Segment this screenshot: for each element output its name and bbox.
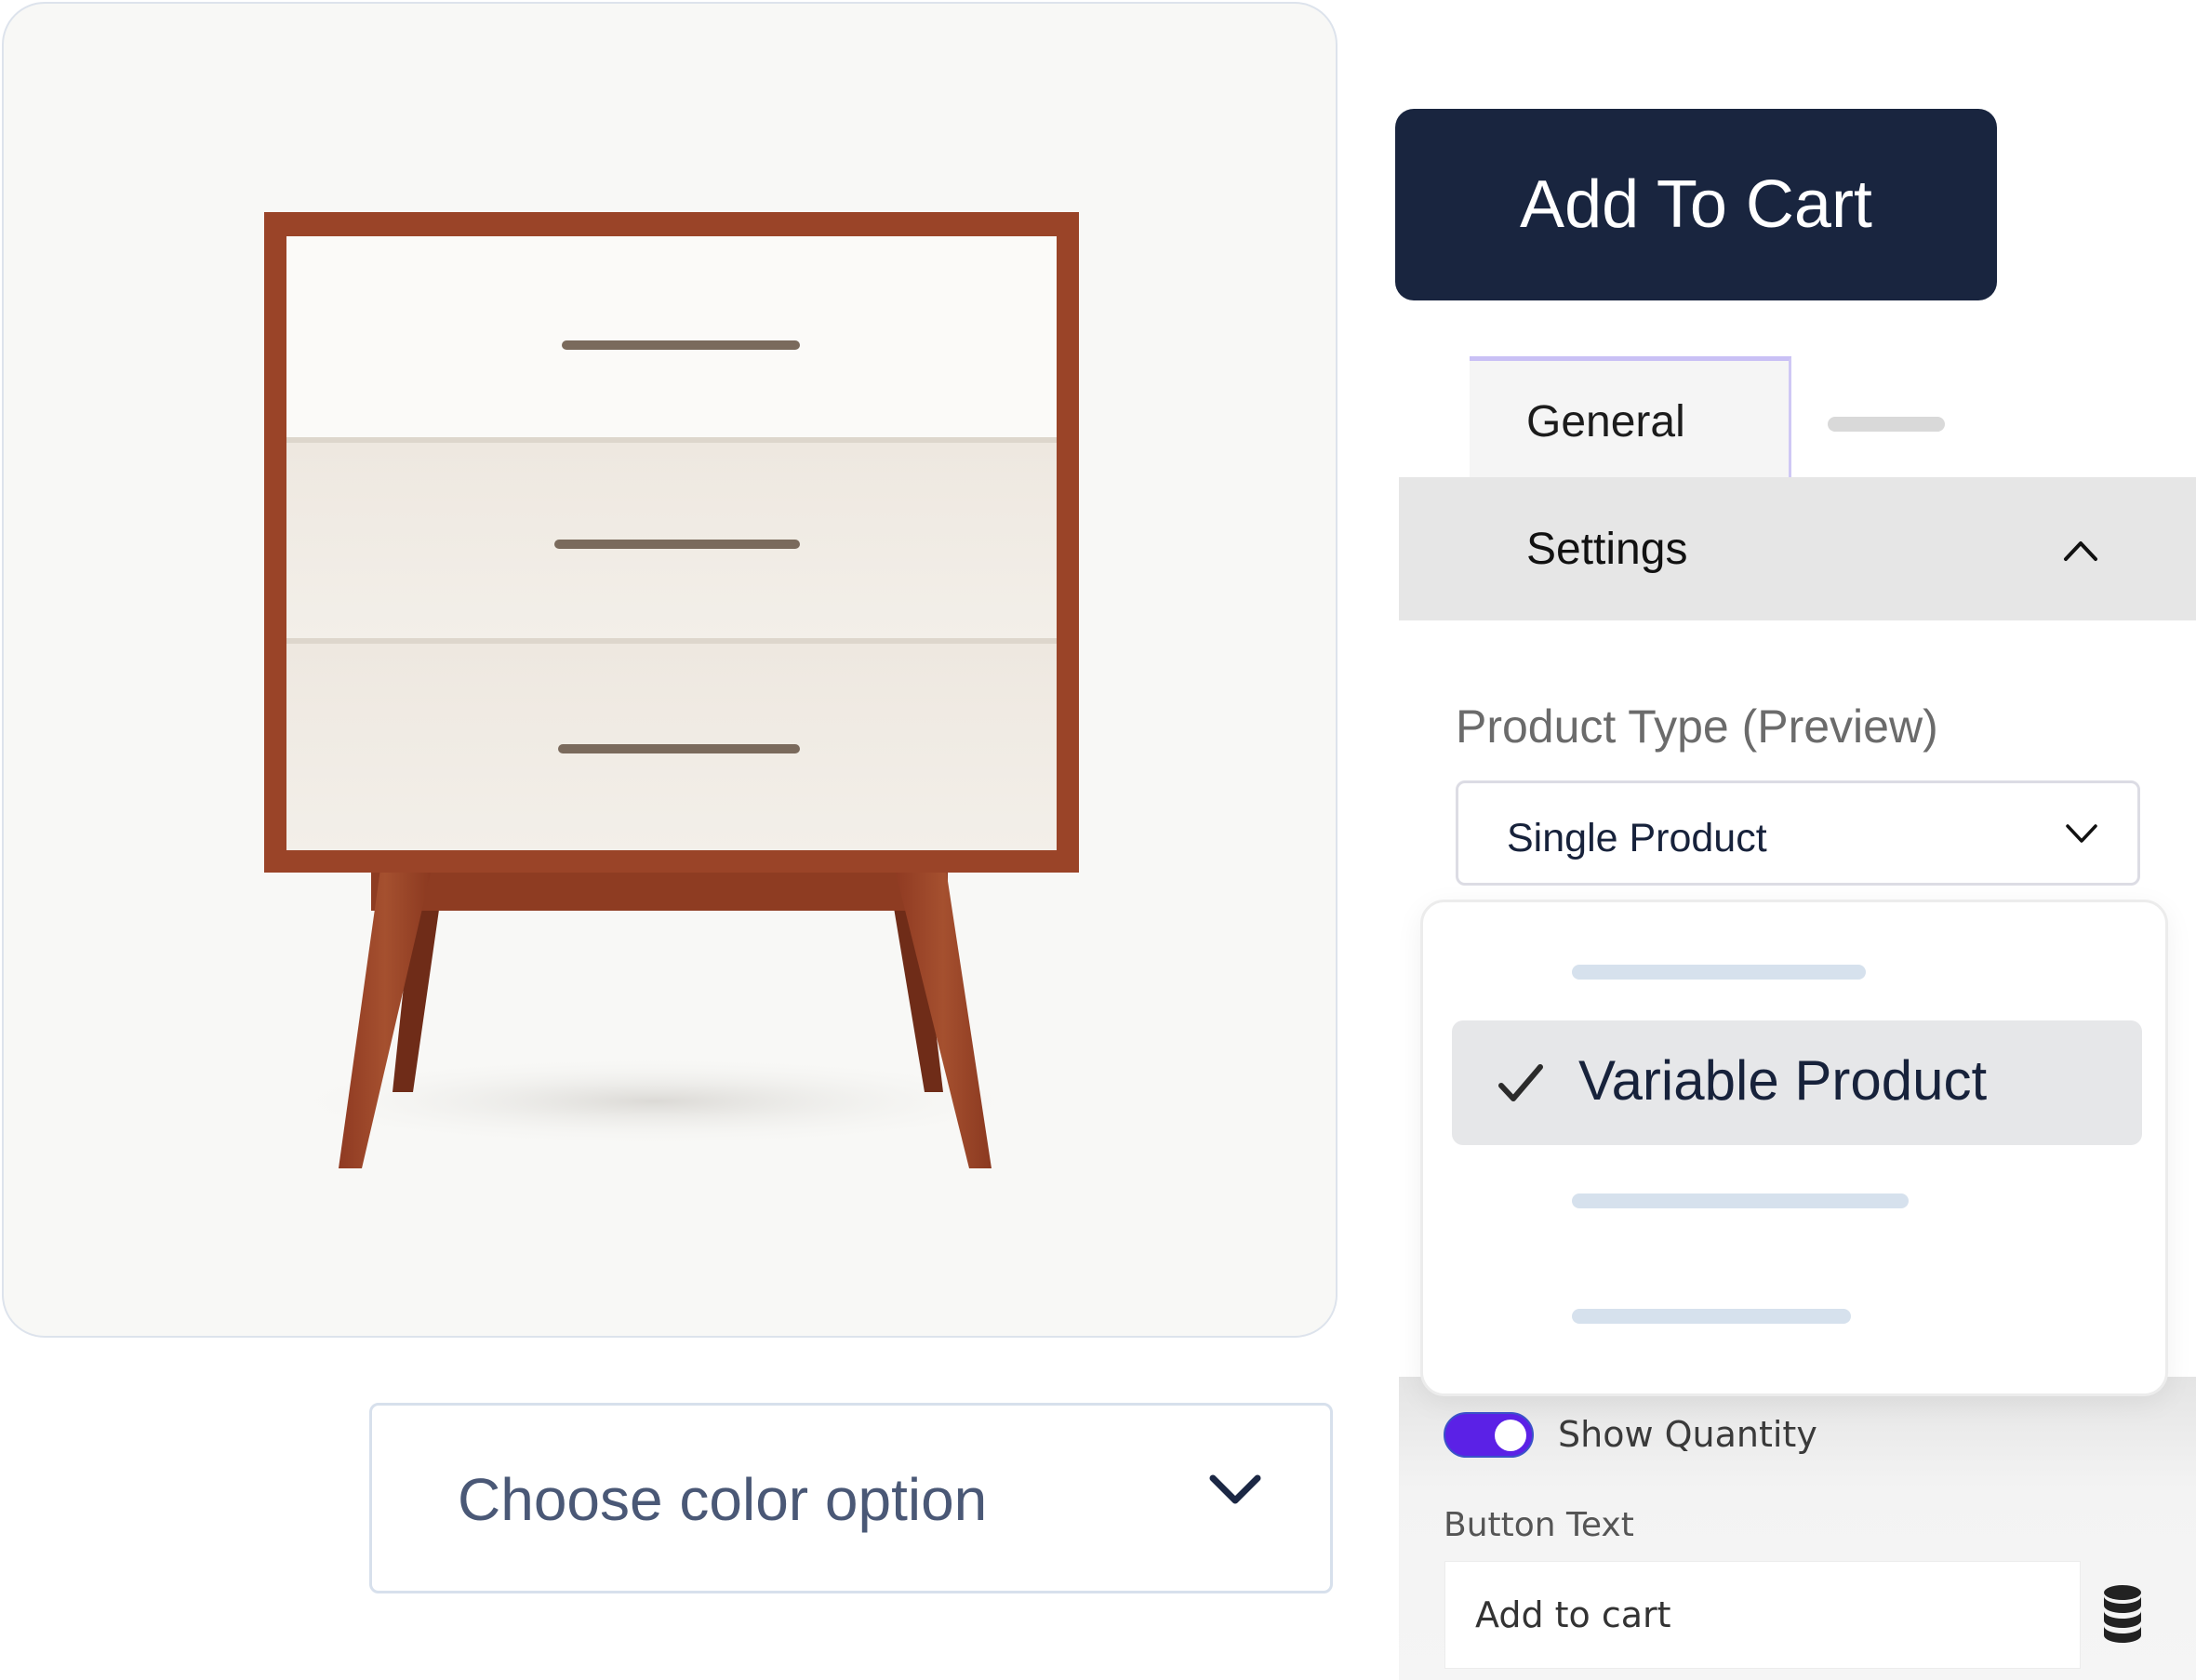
button-text-input[interactable] xyxy=(1444,1561,2081,1669)
show-quantity-label: Show Quantity xyxy=(1558,1414,1817,1455)
add-to-cart-button[interactable]: Add To Cart xyxy=(1395,109,1997,300)
chevron-up-icon xyxy=(2064,541,2097,561)
color-option-select[interactable]: Choose color option xyxy=(369,1403,1333,1593)
product-type-selected-value: Single Product xyxy=(1507,816,1767,860)
dresser-apron xyxy=(371,869,948,911)
product-type-dropdown-menu: Variable Product xyxy=(1420,900,2168,1396)
show-quantity-toggle[interactable] xyxy=(1444,1412,1534,1458)
drawer-handle xyxy=(558,744,800,753)
drawer-handle xyxy=(554,540,800,549)
tab-placeholder[interactable] xyxy=(1828,417,1945,432)
product-type-label: Product Type (Preview) xyxy=(1456,700,1938,753)
product-type-select[interactable]: Single Product xyxy=(1456,780,2140,886)
drawer-handle xyxy=(562,340,800,350)
chevron-down-icon xyxy=(1209,1474,1261,1504)
dropdown-option-placeholder[interactable] xyxy=(1572,1193,1909,1208)
dropdown-option-placeholder[interactable] xyxy=(1572,965,1866,980)
button-text-label: Button Text xyxy=(1444,1506,1634,1544)
color-select-placeholder: Choose color option xyxy=(458,1466,988,1533)
tab-general[interactable]: General xyxy=(1470,356,1791,477)
checkmark-icon xyxy=(1498,1064,1543,1101)
chevron-down-icon xyxy=(2066,824,2097,843)
dropdown-option-variable-product[interactable]: Variable Product xyxy=(1452,1020,2142,1145)
settings-title: Settings xyxy=(1526,525,1688,574)
dresser-image xyxy=(264,212,1079,1168)
database-icon[interactable] xyxy=(2100,1583,2145,1648)
toggle-knob xyxy=(1495,1420,1526,1451)
dresser-drawer xyxy=(286,236,1057,437)
option-label: Variable Product xyxy=(1578,1049,1988,1112)
tab-general-label: General xyxy=(1526,397,1685,447)
dropdown-option-placeholder[interactable] xyxy=(1572,1309,1851,1324)
settings-section-header[interactable]: Settings xyxy=(1399,477,2196,620)
product-image-card xyxy=(2,2,1338,1338)
